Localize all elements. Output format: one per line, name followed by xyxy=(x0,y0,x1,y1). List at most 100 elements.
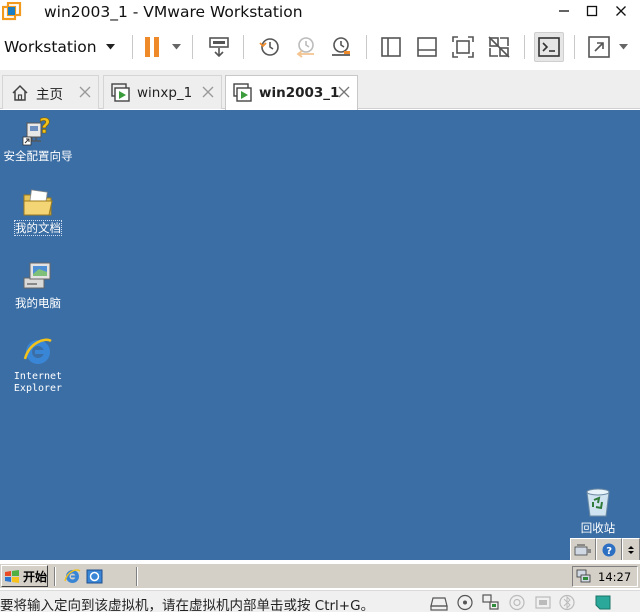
show-library-button[interactable] xyxy=(376,32,406,62)
desktop-icon-my-documents[interactable]: 我的文档 xyxy=(0,185,76,236)
desktop-icon-label: Internet Explorer xyxy=(13,371,63,394)
vm-desktop[interactable]: ? 安全配置向导 我的文档 我的电脑 Internet Explorer 回收站… xyxy=(0,110,640,560)
tab-winxp-1[interactable]: winxp_1 xyxy=(103,75,222,109)
hard-disk-icon[interactable] xyxy=(430,594,448,611)
svg-text:?: ? xyxy=(39,114,51,138)
toolbar: Workstation xyxy=(0,27,640,67)
close-icon[interactable] xyxy=(78,85,92,99)
desktop-icon-internet-explorer[interactable]: Internet Explorer xyxy=(0,335,76,394)
help-icon: ? xyxy=(602,543,616,557)
toolbar-separator xyxy=(574,35,575,59)
start-label: 开始 xyxy=(22,569,47,584)
window-title: win2003_1 - VMware Workstation xyxy=(44,3,303,21)
vm-tab-strip: 主页 winxp_1 win2003_1 xyxy=(0,70,640,110)
close-button[interactable] xyxy=(607,0,635,22)
desktop-icon-label: 回收站 xyxy=(580,521,616,535)
show-desktop-icon[interactable] xyxy=(86,568,103,585)
workstation-menu-label: Workstation xyxy=(4,38,97,56)
close-icon[interactable] xyxy=(201,85,215,99)
taskbar-divider xyxy=(54,567,56,586)
cd-dvd-icon[interactable] xyxy=(456,594,474,611)
desktop-icon-label: 我的电脑 xyxy=(15,296,61,310)
power-dropdown[interactable] xyxy=(170,40,182,54)
thumbnail-bar-button[interactable] xyxy=(412,32,442,62)
title-bar: win2003_1 - VMware Workstation xyxy=(0,0,640,24)
tab-label: 主页 xyxy=(36,86,63,103)
bluetooth-icon[interactable] xyxy=(558,594,576,611)
scroll-down-icon xyxy=(628,545,634,554)
toolbar-separator xyxy=(132,35,133,59)
minimize-button[interactable] xyxy=(550,0,578,22)
snapshot-revert-button[interactable] xyxy=(291,32,321,62)
vm-tools-tray: ? xyxy=(570,538,640,560)
chevron-down-icon xyxy=(171,44,181,50)
console-view-button[interactable] xyxy=(534,32,564,62)
desktop-icon-security-wizard[interactable]: ? 安全配置向导 xyxy=(0,113,76,163)
full-screen-fit-icon xyxy=(452,36,474,58)
snapshot-take-button[interactable] xyxy=(254,32,284,62)
console-view-icon xyxy=(538,37,560,57)
windows-flag-icon xyxy=(4,569,19,583)
toolbar-separator xyxy=(192,35,193,59)
send-ctrl-alt-del-button[interactable] xyxy=(204,32,234,62)
guest-taskbar: 开始 14:27 xyxy=(0,563,640,588)
tab-home[interactable]: 主页 xyxy=(2,75,99,109)
network-adapter-icon xyxy=(574,544,591,555)
network-tray-icon[interactable] xyxy=(576,569,592,584)
unity-button[interactable] xyxy=(484,32,514,62)
snapshot-revert-icon xyxy=(296,37,314,58)
close-icon[interactable] xyxy=(337,85,351,99)
snapshot-take-icon xyxy=(259,38,279,56)
desktop-icon-label: 安全配置向导 xyxy=(3,149,73,163)
snapshot-manager-button[interactable] xyxy=(326,32,356,62)
toolbar-separator xyxy=(524,35,525,59)
tab-win2003-1[interactable]: win2003_1 xyxy=(225,75,358,110)
desktop-icon-my-computer[interactable]: 我的电脑 xyxy=(0,260,76,310)
clock: 14:27 xyxy=(598,569,632,584)
home-icon xyxy=(12,84,28,101)
status-message: 要将输入定向到该虚拟机，请在虚拟机内部单击或按 Ctrl+G。 xyxy=(0,598,375,612)
network-icon[interactable] xyxy=(482,594,500,611)
security-wizard-icon: ? xyxy=(22,114,51,146)
toolbar-separator xyxy=(366,35,367,59)
taskbar-divider xyxy=(136,567,138,586)
internet-explorer-icon[interactable] xyxy=(64,568,81,585)
help-button[interactable]: ? xyxy=(596,538,622,560)
send-ctrl-alt-del-icon xyxy=(209,37,229,58)
scroll-down-button[interactable] xyxy=(622,538,640,560)
recycle-bin-icon xyxy=(586,488,610,517)
pause-button[interactable] xyxy=(137,32,167,62)
minimize-icon xyxy=(559,10,569,12)
chevron-down-icon xyxy=(105,44,115,50)
network-adapter-button[interactable] xyxy=(570,538,596,560)
vmware-logo-icon xyxy=(2,2,22,21)
internet-explorer-icon xyxy=(23,338,52,364)
close-icon xyxy=(616,6,626,16)
vm-icon xyxy=(233,83,252,102)
my-computer-icon xyxy=(23,262,51,289)
start-button[interactable]: 开始 xyxy=(1,565,48,587)
enter-fullscreen-button[interactable] xyxy=(584,32,614,62)
desktop-icon-label: 我的文档 xyxy=(14,220,62,236)
status-bar: 要将输入定向到该虚拟机，请在虚拟机内部单击或按 Ctrl+G。 xyxy=(0,590,640,612)
show-library-icon xyxy=(381,37,401,57)
desktop-icon-recycle-bin[interactable]: 回收站 xyxy=(566,485,630,535)
vm-icon xyxy=(111,82,130,102)
pause-icon xyxy=(145,37,159,57)
fullscreen-dropdown[interactable] xyxy=(617,40,629,54)
tab-label: win2003_1 xyxy=(259,85,340,101)
sound-icon[interactable] xyxy=(508,594,526,611)
svg-text:?: ? xyxy=(606,546,612,557)
usb-icon[interactable] xyxy=(534,594,552,611)
unity-disabled-icon xyxy=(488,36,510,58)
full-screen-fit-button[interactable] xyxy=(448,32,478,62)
maximize-button[interactable] xyxy=(578,0,606,22)
workstation-menu[interactable]: Workstation xyxy=(4,33,115,61)
chevron-down-icon xyxy=(618,44,628,50)
tab-label: winxp_1 xyxy=(137,84,193,101)
message-icon[interactable] xyxy=(594,594,612,611)
enter-fullscreen-icon xyxy=(588,36,610,58)
toolbar-separator xyxy=(243,35,244,59)
thumbnail-bar-icon xyxy=(417,37,437,57)
snapshot-manager-icon xyxy=(332,37,350,56)
